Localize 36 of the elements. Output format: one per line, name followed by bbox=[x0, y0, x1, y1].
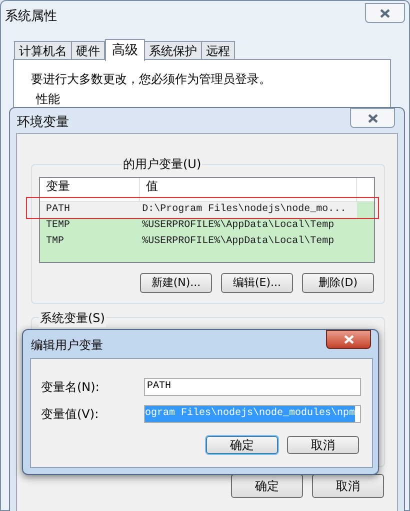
table-cell-text: PATH bbox=[45, 203, 72, 217]
window-title: 环境变量 bbox=[17, 114, 69, 132]
tab[interactable]: 硬件 bbox=[71, 41, 105, 60]
close-button[interactable] bbox=[365, 3, 405, 23]
group-label: 的用户变量(U) bbox=[122, 155, 202, 173]
close-icon bbox=[368, 114, 378, 122]
tab[interactable]: 计算机名 bbox=[14, 41, 72, 60]
button[interactable]: 取消 bbox=[312, 474, 384, 498]
close-button[interactable] bbox=[350, 108, 395, 128]
tab[interactable]: 系统保护 bbox=[144, 41, 202, 60]
tab[interactable]: 高级 bbox=[105, 39, 145, 61]
button[interactable]: 确定 bbox=[231, 474, 303, 498]
table-cell-text: TEMP bbox=[45, 219, 72, 233]
tab[interactable]: 远程 bbox=[201, 41, 235, 60]
table-cell-text: TMP bbox=[45, 235, 66, 249]
close-button[interactable] bbox=[326, 330, 371, 349]
field-label: 变量名(N): bbox=[41, 379, 100, 396]
window-title: 系统属性 bbox=[5, 8, 57, 26]
dialog-title: 编辑用户变量 bbox=[31, 337, 103, 354]
close-icon bbox=[344, 335, 354, 344]
table-cell-text: %USERPROFILE%\AppData\Local\Temp bbox=[141, 218, 336, 233]
column-header[interactable]: 变量 bbox=[40, 178, 140, 201]
button[interactable]: 新建(N)... bbox=[140, 273, 212, 293]
group-label: 系统变量(S) bbox=[39, 309, 106, 327]
group-label: 性能 bbox=[34, 90, 62, 108]
field-label: 变量值(V): bbox=[41, 406, 99, 423]
table-cell-text: %USERPROFILE%\AppData\Local\Temp bbox=[141, 234, 336, 249]
input-field[interactable]: PATH bbox=[144, 378, 361, 396]
column-header[interactable]: 值 bbox=[140, 178, 357, 201]
table-cell-text: D:\Program Files\nodejs\node_mo... bbox=[141, 202, 348, 217]
notice-text: 要进行大多数更改，您必须作为管理员登录。 bbox=[31, 71, 271, 88]
button[interactable]: 删除(D) bbox=[302, 273, 374, 293]
button[interactable]: 确定 bbox=[206, 436, 278, 454]
close-icon bbox=[380, 8, 390, 18]
button[interactable]: 取消 bbox=[287, 436, 359, 454]
button[interactable]: 编辑(E)... bbox=[221, 273, 293, 293]
